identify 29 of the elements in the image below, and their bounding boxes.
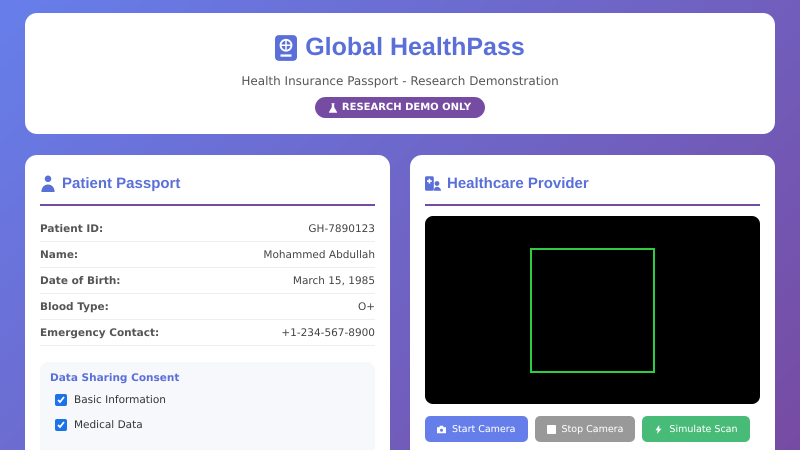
card-title: Patient Passport (62, 174, 180, 192)
bolt-icon (654, 424, 664, 434)
person-icon (40, 174, 56, 192)
field-value: O+ (358, 300, 375, 312)
app-title: Global HealthPass (305, 33, 525, 62)
field-value: +1-234-567-8900 (281, 326, 375, 338)
passport-icon (275, 34, 298, 60)
camera-icon (437, 424, 446, 434)
stop-icon (546, 424, 556, 434)
camera-button[interactable]: Start Camera (425, 416, 528, 442)
field-label: Emergency Contact: (40, 326, 160, 338)
card-title: Healthcare Provider (447, 174, 589, 192)
checkbox-label: Basic Information (74, 394, 166, 406)
field-label: Patient ID: (40, 222, 104, 234)
consent-checkbox[interactable] (55, 419, 67, 431)
field-label: Blood Type: (40, 300, 109, 312)
subtitle: Health Insurance Passport - Research Demonstration (241, 74, 559, 88)
field-value: GH-7890123 (308, 222, 375, 234)
consent-checkbox[interactable] (55, 394, 67, 406)
checkbox-label: Medical Data (74, 419, 143, 431)
badge-text: RESEARCH DEMO ONLY (342, 102, 472, 113)
camera-button[interactable]: Simulate Scan (642, 416, 750, 442)
field-value: Mohammed Abdullah (263, 248, 375, 260)
doctor-icon (425, 174, 441, 192)
flask-icon (328, 102, 337, 112)
field-label: Date of Birth: (40, 274, 121, 286)
field-label: Name: (40, 248, 78, 260)
field-value: March 15, 1985 (292, 274, 375, 286)
consent-title: Data Sharing Consent (50, 372, 180, 384)
